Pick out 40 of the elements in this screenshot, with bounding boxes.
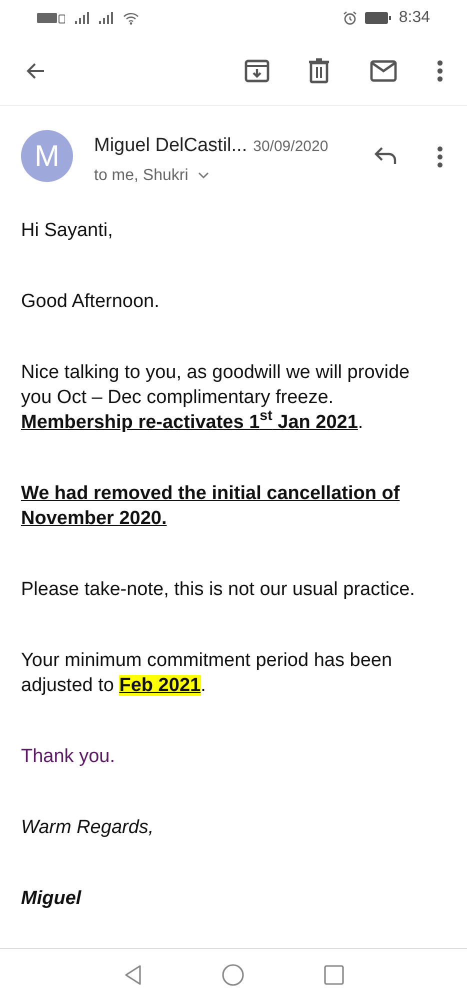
- wifi-icon: [123, 12, 139, 24]
- body-text: Thank you.: [21, 744, 116, 768]
- archive-icon: [244, 58, 270, 84]
- body-text: Good Afternoon.: [21, 290, 160, 314]
- body-text: Your minimum commitment period has been adjusted to Feb 2021.: [21, 648, 394, 698]
- clock-time: 8:34: [398, 8, 430, 28]
- circle-icon: [222, 964, 244, 986]
- trash-icon: [308, 58, 330, 84]
- nav-recents-button[interactable]: [324, 964, 344, 984]
- sender-name: Miguel DelCastil...: [94, 134, 248, 158]
- battery-icon: [364, 12, 391, 24]
- envelope-icon: [370, 60, 397, 82]
- more-icon: [437, 60, 443, 82]
- body-text: Please take-note, this is not our usual practice.: [21, 578, 416, 602]
- signal-icon: [75, 12, 89, 24]
- reply-icon: [373, 146, 397, 166]
- body-text: Miguel: [21, 886, 82, 910]
- more-button[interactable]: [437, 146, 443, 168]
- reply-button[interactable]: [373, 146, 397, 166]
- delete-button[interactable]: [308, 58, 330, 84]
- signal-icon: [99, 12, 113, 24]
- square-icon: [324, 964, 344, 984]
- email-date: 30/09/2020: [253, 137, 328, 157]
- archive-button[interactable]: [244, 58, 270, 84]
- volte-icon: [37, 12, 65, 24]
- body-text: Warm Regards,: [21, 816, 155, 840]
- chevron-down-icon: [198, 172, 210, 179]
- more-button[interactable]: [437, 60, 443, 82]
- mark-unread-button[interactable]: [370, 60, 397, 82]
- nav-back-button[interactable]: [124, 964, 142, 986]
- body-text: Hi Sayanti,: [21, 218, 114, 242]
- body-text: Membership re-activates 1$^{st}$ Jan 2021.: [21, 410, 364, 434]
- avatar: M: [21, 130, 73, 182]
- triangle-icon: [124, 964, 142, 986]
- nav-home-button[interactable]: [222, 964, 244, 986]
- recipients-button[interactable]: to me, Shukri: [94, 164, 210, 188]
- more-icon: [437, 146, 443, 168]
- alarm-icon: [342, 11, 357, 25]
- body-text: We had removed the initial cancellation of November 2020.: [21, 482, 401, 530]
- body-text: Nice talking to you, as goodwill we will provide you Oct – Dec complimentary freeze.: [21, 360, 411, 410]
